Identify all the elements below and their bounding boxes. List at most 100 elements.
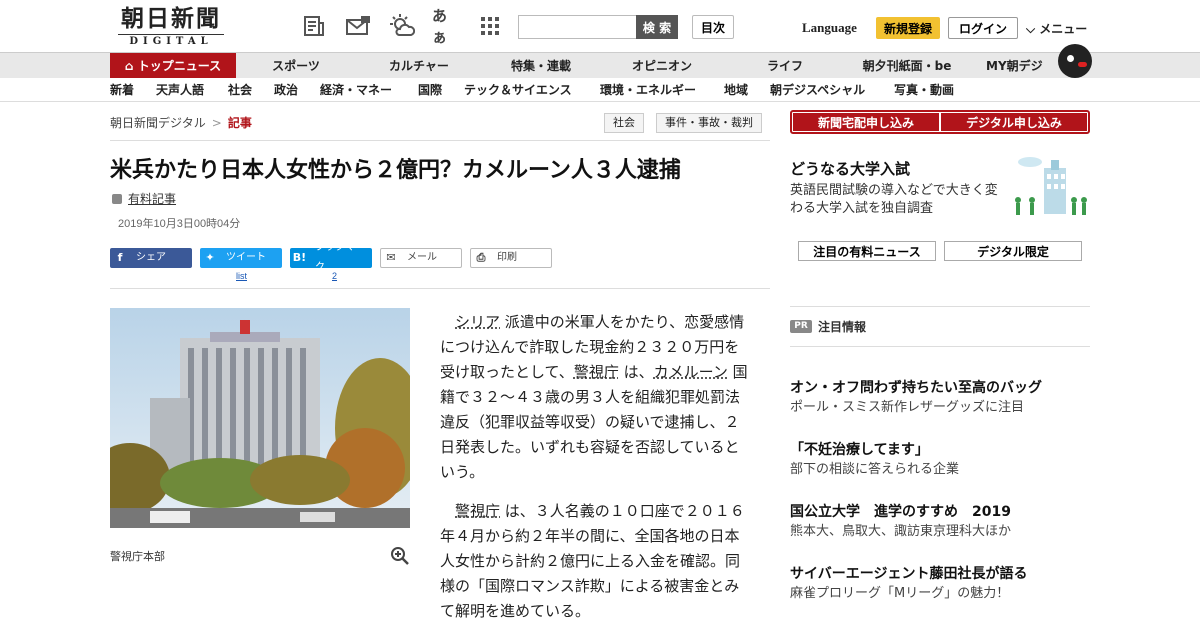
share-label: 印刷 bbox=[497, 252, 517, 263]
pr-item-headline: サイバーエージェント藤田社長が語る bbox=[790, 566, 1028, 582]
mascot-avatar[interactable] bbox=[1058, 44, 1092, 78]
facebook-icon: f bbox=[117, 251, 123, 264]
grid-icon[interactable] bbox=[476, 12, 504, 40]
site-logo[interactable]: 朝日新聞 DIGITAL bbox=[112, 6, 230, 48]
printer-icon: ⎙ bbox=[476, 251, 486, 264]
login-button[interactable]: ログイン bbox=[948, 17, 1018, 39]
hatena-count[interactable]: 2 bbox=[332, 271, 337, 281]
menu-label: メニュー bbox=[1039, 22, 1088, 36]
zoom-icon[interactable] bbox=[390, 546, 410, 566]
divider bbox=[790, 346, 1090, 347]
weather-icon[interactable] bbox=[388, 12, 416, 40]
nav2-photo-video[interactable]: 写真・動画 bbox=[894, 78, 954, 102]
nav2-tenseijingo[interactable]: 天声人語 bbox=[156, 78, 204, 102]
share-label: ブックマーク bbox=[315, 242, 365, 273]
nav-life[interactable]: ライフ bbox=[724, 53, 846, 79]
nav2-environment[interactable]: 環境・エネルギー bbox=[600, 78, 696, 102]
menu-button[interactable]: ⌵ メニュー bbox=[1026, 20, 1087, 37]
site-header: 朝日新聞 DIGITAL あぁ 検 索 目次 Language 新規登録 ログイ… bbox=[0, 0, 1200, 52]
primary-nav: ⌂ トップニュース スポーツ カルチャー 特集・連載 オピニオン ライフ 朝夕刊… bbox=[0, 52, 1200, 79]
twitter-share-button[interactable]: ✦ ツイート bbox=[200, 248, 282, 268]
secondary-nav: 新着 天声人語 社会 政治 経済・マネー 国際 テック＆サイエンス 環境・エネル… bbox=[0, 78, 1200, 102]
tag-society[interactable]: 社会 bbox=[604, 113, 644, 133]
hatena-icon: B! bbox=[292, 251, 307, 264]
paragraph: 警視庁 は、３人名義の１０口座で２０１６年４月から約２年半の間に、全国各地の日本… bbox=[440, 499, 752, 624]
feature-description: 英語民間試験の導入などで大きく変わる大学入試を独自調査 bbox=[790, 183, 998, 216]
logo-japanese: 朝日新聞 bbox=[121, 5, 221, 32]
paper-icon[interactable] bbox=[300, 12, 328, 40]
nav2-international[interactable]: 国際 bbox=[418, 78, 442, 102]
register-button[interactable]: 新規登録 bbox=[876, 17, 940, 39]
keyword-link-syria[interactable]: シリア bbox=[455, 313, 500, 331]
article-date: 2019年10月3日00時04分 bbox=[118, 218, 241, 230]
nav2-special[interactable]: 朝デジスペシャル bbox=[770, 78, 865, 102]
pr-item-headline: 国公立大学 進学のすすめ 2019 bbox=[790, 504, 1011, 520]
text: は、 bbox=[618, 363, 654, 381]
digital-subscribe-button[interactable]: デジタル申し込み bbox=[941, 113, 1087, 131]
nav-sports[interactable]: スポーツ bbox=[236, 53, 356, 79]
paid-label-text: 有料記事 bbox=[128, 192, 177, 206]
nav2-economy[interactable]: 経済・マネー bbox=[320, 78, 392, 102]
twitter-count[interactable]: list bbox=[236, 271, 247, 281]
twitter-icon: ✦ bbox=[205, 251, 215, 264]
mail-share-button[interactable]: ✉ メール bbox=[380, 248, 462, 268]
nav2-new[interactable]: 新着 bbox=[110, 78, 134, 102]
print-button[interactable]: ⎙ 印刷 bbox=[470, 248, 552, 268]
pr-item-sub: 麻雀プロリーグ「Mリーグ」の魅力！ bbox=[790, 586, 1010, 601]
logo-english: DIGITAL bbox=[118, 34, 224, 47]
facebook-share-button[interactable]: f シェア bbox=[110, 248, 192, 268]
photo-caption: 警視庁本部 bbox=[110, 550, 165, 563]
nav-features[interactable]: 特集・連載 bbox=[482, 53, 600, 79]
pr-item[interactable]: オン・オフ問わず持ちたい至高のバッグ ポール・スミス新作レザーグッズに注目 bbox=[790, 378, 1090, 418]
pr-item[interactable]: 「不妊治療してます」 部下の相談に答えられる企業 bbox=[790, 440, 1090, 480]
nav-top-news[interactable]: ⌂ トップニュース bbox=[110, 53, 236, 79]
toc-button[interactable]: 目次 bbox=[692, 15, 734, 39]
nav-label: トップニュース bbox=[137, 59, 222, 73]
lock-icon bbox=[112, 194, 122, 204]
pr-item-sub: 熊本大、鳥取大、諏訪東京理科大ほか bbox=[790, 524, 1012, 539]
breadcrumb: 朝日新聞デジタル > 記事 bbox=[110, 114, 252, 131]
language-link[interactable]: Language bbox=[802, 20, 857, 36]
keyword-link-cameroon[interactable]: カメルーン bbox=[654, 363, 728, 381]
pr-item-headline: オン・オフ問わず持ちたい至高のバッグ bbox=[790, 380, 1042, 396]
share-label: メール bbox=[407, 252, 437, 263]
breadcrumb-current: 記事 bbox=[227, 116, 252, 130]
pr-item[interactable]: サイバーエージェント藤田社長が語る 麻雀プロリーグ「Mリーグ」の魅力！ bbox=[790, 564, 1090, 604]
nav2-politics[interactable]: 政治 bbox=[274, 78, 298, 102]
nav2-tech-science[interactable]: テック＆サイエンス bbox=[464, 78, 572, 102]
newspaper-subscribe-button[interactable]: 新聞宅配申し込み bbox=[793, 113, 939, 131]
subscribe-bar: 新聞宅配申し込み デジタル申し込み bbox=[790, 110, 1090, 134]
tag-incidents[interactable]: 事件・事故・裁判 bbox=[656, 113, 762, 133]
article-photo[interactable] bbox=[110, 308, 410, 528]
nav2-region[interactable]: 地域 bbox=[724, 78, 748, 102]
digital-only-button[interactable]: デジタル限定 bbox=[944, 241, 1082, 261]
paragraph: シリア 派遣中の米軍人をかたり、恋愛感情につけ込んで詐取した現金約２３２０万円を… bbox=[440, 310, 752, 485]
search-box: 検 索 bbox=[518, 15, 678, 39]
pr-heading: PR 注目情報 bbox=[790, 318, 866, 335]
feature-title[interactable]: どうなる大学入試 bbox=[790, 158, 910, 179]
search-input[interactable] bbox=[518, 15, 636, 39]
hatena-bookmark-button[interactable]: B! ブックマーク bbox=[290, 242, 372, 273]
pr-item-sub: 部下の相談に答えられる企業 bbox=[790, 462, 960, 477]
divider bbox=[790, 306, 1090, 307]
keyword-link-keishicho[interactable]: 警視庁 bbox=[455, 502, 500, 520]
font-size-icon[interactable]: あぁ bbox=[432, 7, 460, 46]
paid-article-label: 有料記事 bbox=[112, 190, 176, 207]
article-body: シリア 派遣中の米軍人をかたり、恋愛感情につけ込んで詐取した現金約２３２０万円を… bbox=[440, 310, 752, 630]
breadcrumb-home[interactable]: 朝日新聞デジタル bbox=[110, 116, 206, 130]
nav-newspaper[interactable]: 朝夕刊紙面・be bbox=[846, 53, 968, 79]
pr-badge: PR bbox=[790, 320, 812, 333]
envelope-icon: ✉ bbox=[386, 251, 396, 264]
paid-news-button[interactable]: 注目の有料ニュース bbox=[798, 241, 936, 261]
nav2-society[interactable]: 社会 bbox=[228, 78, 252, 102]
article-title: 米兵かたり日本人女性から２億円？カメルーン人３人逮捕 bbox=[110, 158, 681, 183]
nav-culture[interactable]: カルチャー bbox=[356, 53, 482, 79]
mail-icon[interactable] bbox=[344, 12, 372, 40]
nav-opinion[interactable]: オピニオン bbox=[600, 53, 724, 79]
keyword-link-keishicho[interactable]: 警視庁 bbox=[574, 363, 619, 381]
pr-item-sub: ポール・スミス新作レザーグッズに注目 bbox=[790, 400, 1025, 415]
search-button[interactable]: 検 索 bbox=[636, 15, 678, 39]
breadcrumb-separator: > bbox=[211, 116, 222, 130]
pr-item[interactable]: 国公立大学 進学のすすめ 2019 熊本大、鳥取大、諏訪東京理科大ほか bbox=[790, 502, 1090, 542]
share-label: ツイート bbox=[226, 252, 266, 263]
